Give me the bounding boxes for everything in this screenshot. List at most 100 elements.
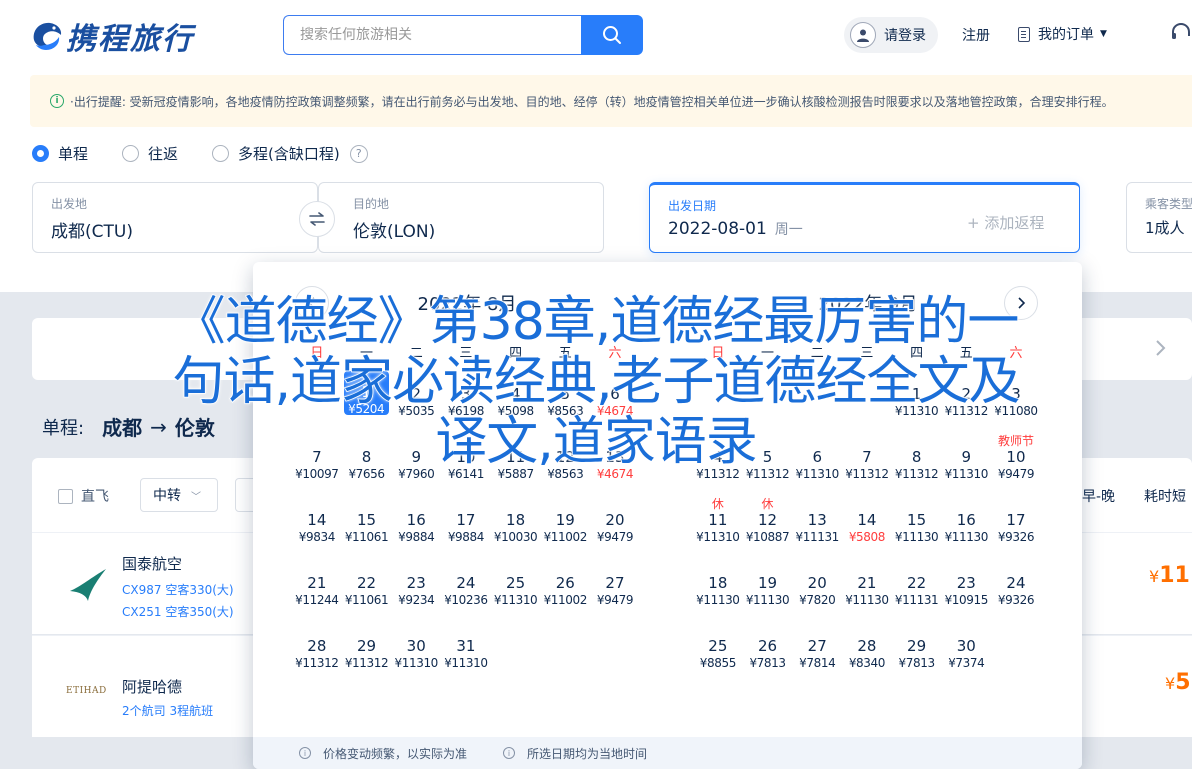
price-disclaimer: i 价格变动频繁，以实际为准	[299, 745, 467, 762]
radio-one-way[interactable]: 单程	[32, 143, 88, 164]
direct-only-checkbox[interactable]: 直飞	[58, 486, 109, 506]
day-cell[interactable]: 29 ¥11312	[342, 621, 392, 684]
day-cell[interactable]: 休 12 ¥10887	[743, 495, 793, 558]
day-price: ¥7814	[799, 656, 836, 670]
day-cell[interactable]: 28 ¥11312	[292, 621, 342, 684]
customer-service-icon[interactable]	[1170, 22, 1192, 44]
add-return-button[interactable]: + 添加返程	[967, 212, 1044, 233]
day-cell[interactable]: 14 ¥5808	[842, 495, 892, 558]
overlay-line: 《道德经》第38章,道德经最厉害的一	[173, 291, 1020, 353]
day-number: 16	[406, 511, 426, 529]
chevron-down-icon: ﹀	[191, 491, 201, 503]
day-cell[interactable]: 18 ¥10030	[491, 495, 541, 558]
departure-label: 出发地	[51, 197, 88, 211]
day-number: 29	[907, 637, 927, 655]
day-cell[interactable]: 16 ¥11130	[941, 495, 991, 558]
day-cell[interactable]: 30 ¥11310	[391, 621, 441, 684]
logo[interactable]: 携程旅行	[30, 14, 194, 58]
transfer-filter-select[interactable]: 中转 ﹀	[140, 478, 218, 512]
day-cell[interactable]: 19 ¥11130	[743, 558, 793, 621]
day-cell[interactable]: 21 ¥11130	[842, 558, 892, 621]
sort-early-late[interactable]: 早-晚	[1082, 486, 1115, 506]
day-cell[interactable]: 休 11 ¥11310	[693, 495, 743, 558]
day-number: 31	[456, 637, 476, 655]
day-number: 17	[1006, 511, 1026, 529]
day-cell[interactable]: 23 ¥9234	[391, 558, 441, 621]
flight-number[interactable]: CX987 空客330(大)	[122, 581, 234, 598]
departure-date-field[interactable]: 出发日期 2022-08-01 周一 + 添加返程	[649, 182, 1080, 253]
day-price: ¥9326	[997, 530, 1035, 544]
search-button[interactable]	[581, 15, 643, 55]
day-price: ¥7820	[799, 593, 836, 607]
day-cell[interactable]: 21 ¥11244	[292, 558, 342, 621]
day-number: 28	[307, 637, 327, 655]
flight-number[interactable]: CX251 空客350(大)	[122, 603, 234, 620]
departure-value: 成都(CTU)	[51, 222, 133, 242]
logo-text: 携程旅行	[66, 22, 194, 57]
day-cell[interactable]: 28 ¥8340	[842, 621, 892, 684]
airline-count[interactable]: 2个航司 3程航班	[122, 702, 213, 719]
day-cell[interactable]: 25 ¥11310	[491, 558, 541, 621]
day-number: 23	[406, 574, 426, 592]
day-price: ¥11130	[845, 593, 889, 607]
dolphin-logo-icon	[30, 18, 64, 54]
day-cell[interactable]: 29 ¥7813	[892, 621, 942, 684]
day-cell[interactable]: 22 ¥11131	[892, 558, 942, 621]
day-price: ¥11061	[344, 530, 389, 544]
day-cell[interactable]: 23 ¥10915	[941, 558, 991, 621]
day-cell[interactable]: 19 ¥11002	[540, 495, 590, 558]
overlay-headline: 《道德经》第38章,道德经最厉害的一 句话,道家必读经典,老子道德经全文及 译文…	[0, 291, 1192, 473]
day-number: 21	[307, 574, 327, 592]
day-price: ¥11310	[444, 656, 488, 670]
day-cell[interactable]: 17 ¥9884	[441, 495, 491, 558]
overlay-line: 句话,道家必读经典,老子道德经全文及	[172, 351, 1022, 413]
day-cell[interactable]: 20 ¥9479	[590, 495, 640, 558]
swap-cities-button[interactable]	[299, 201, 335, 237]
day-cell[interactable]: 17 ¥9326	[991, 495, 1041, 558]
destination-field[interactable]: 目的地 伦敦(LON)	[318, 182, 604, 253]
day-cell[interactable]: 27 ¥7814	[792, 621, 842, 684]
radio-multi-city[interactable]: 多程(含缺口程)	[212, 143, 340, 164]
day-cell[interactable]: 15 ¥11061	[342, 495, 392, 558]
day-cell[interactable]: 14 ¥9834	[292, 495, 342, 558]
day-cell[interactable]: 15 ¥11130	[892, 495, 942, 558]
day-cell[interactable]: 25 ¥8855	[693, 621, 743, 684]
day-number: 20	[605, 511, 625, 529]
register-link[interactable]: 注册	[962, 25, 990, 45]
currency-symbol: ¥	[1165, 674, 1176, 693]
day-price: ¥8855	[699, 656, 737, 670]
day-number: 14	[307, 511, 327, 529]
day-cell[interactable]: 26 ¥11002	[540, 558, 590, 621]
caret-down-icon: ▼	[1100, 29, 1107, 39]
day-cell[interactable]: 20 ¥7820	[792, 558, 842, 621]
my-orders-menu[interactable]: 我的订单 ▼	[1018, 24, 1107, 44]
day-cell[interactable]: 24 ¥9326	[991, 558, 1041, 621]
day-price: ¥7813	[749, 656, 786, 670]
day-cell[interactable]: 22 ¥11061	[342, 558, 392, 621]
day-cell[interactable]: 26 ¥7813	[743, 621, 793, 684]
day-price: ¥9884	[447, 530, 485, 544]
sort-duration[interactable]: 耗时短	[1144, 486, 1186, 506]
passenger-field[interactable]: 乘客类型 1成人	[1126, 182, 1192, 253]
day-cell[interactable]: 31 ¥11310	[441, 621, 491, 684]
day-price: ¥10030	[493, 530, 538, 544]
day-number: 28	[857, 637, 877, 655]
day-number: 19	[757, 574, 778, 592]
departure-field[interactable]: 出发地 成都(CTU)	[32, 182, 318, 253]
search-input[interactable]	[283, 15, 581, 55]
day-price: ¥9479	[596, 530, 634, 544]
day-cell[interactable]: 18 ¥11130	[693, 558, 743, 621]
price-value: 5	[1175, 670, 1191, 695]
day-cell[interactable]: 30 ¥7374	[941, 621, 991, 684]
day-cell[interactable]: 27 ¥9479	[590, 558, 640, 621]
radio-label: 单程	[58, 145, 89, 163]
day-cell[interactable]: 13 ¥11131	[792, 495, 842, 558]
day-cell[interactable]: 16 ¥9884	[391, 495, 441, 558]
day-number: 24	[1006, 574, 1026, 592]
login-button[interactable]: 请登录	[844, 17, 938, 53]
help-icon[interactable]: ?	[349, 144, 368, 163]
passenger-label: 乘客类型	[1145, 197, 1192, 211]
checkbox-icon	[58, 488, 73, 504]
radio-round-trip[interactable]: 往返	[122, 143, 178, 164]
day-cell[interactable]: 24 ¥10236	[441, 558, 491, 621]
